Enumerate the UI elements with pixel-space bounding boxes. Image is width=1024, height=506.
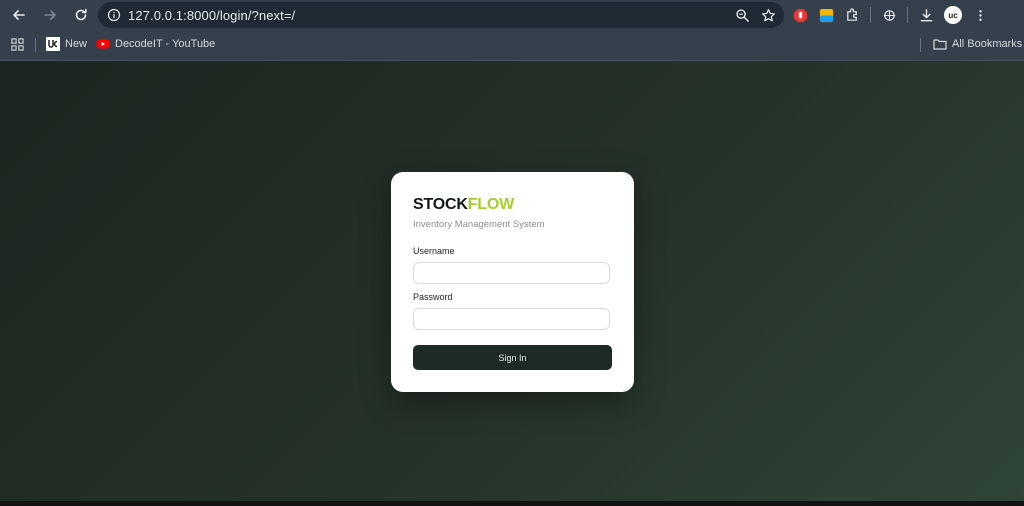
arrow-right-icon (44, 10, 56, 20)
bottom-edge (0, 501, 1024, 506)
bookmarks-bar: New DecodeIT - YouTube All Bookmarks (0, 30, 1024, 61)
bookmarks-divider (920, 38, 921, 52)
reload-icon (75, 8, 87, 21)
toolbar-divider (870, 7, 871, 23)
all-bookmarks-label: All Bookmarks (952, 38, 1023, 50)
colorful-extension-icon[interactable] (818, 7, 834, 23)
arrow-left-icon (13, 10, 25, 20)
password-label: Password (413, 292, 453, 302)
brand-logo: STOCKFLOW (413, 196, 514, 214)
username-label: Username (413, 246, 455, 256)
address-bar[interactable]: 127.0.0.1:8000/login/?next=/ (98, 2, 784, 28)
site-info-icon[interactable] (106, 7, 122, 23)
youtube-icon (96, 37, 110, 51)
adblock-extension-icon[interactable] (792, 7, 808, 23)
zoom-icon[interactable] (734, 7, 750, 23)
bookmark-star-icon[interactable] (760, 7, 776, 23)
uc-favicon-icon (46, 37, 60, 51)
username-input[interactable] (413, 262, 610, 284)
folder-icon (933, 37, 947, 51)
profile-avatar[interactable]: uc (944, 6, 962, 24)
reload-button[interactable] (67, 1, 95, 29)
labs-icon[interactable] (881, 7, 897, 23)
password-input[interactable] (413, 308, 610, 330)
url-text[interactable]: 127.0.0.1:8000/login/?next=/ (128, 8, 295, 23)
brand-subtitle: Inventory Management System (413, 219, 545, 230)
back-button[interactable] (5, 1, 33, 29)
bookmark-new[interactable]: New (46, 37, 87, 51)
login-card: STOCKFLOW Inventory Management System Us… (391, 172, 634, 392)
sign-in-button[interactable]: Sign In (413, 345, 612, 370)
page-viewport: STOCKFLOW Inventory Management System Us… (0, 61, 1024, 501)
browser-toolbar: 127.0.0.1:8000/login/?next=/ uc (0, 0, 1024, 30)
apps-grid-icon (10, 37, 24, 51)
toolbar-divider (907, 7, 908, 23)
forward-button[interactable] (36, 1, 64, 29)
apps-button[interactable] (10, 37, 24, 51)
menu-kebab-icon[interactable] (972, 7, 988, 23)
bookmark-label: New (65, 38, 88, 50)
download-icon[interactable] (918, 7, 934, 23)
brand-part-flow: FLOW (467, 196, 515, 213)
extensions-puzzle-icon[interactable] (844, 7, 860, 23)
all-bookmarks-button[interactable]: All Bookmarks (933, 37, 1022, 51)
bookmark-decodeit-youtube[interactable]: DecodeIT - YouTube (96, 37, 215, 51)
brand-part-stock: STOCK (413, 196, 468, 213)
bookmarks-divider (35, 38, 36, 52)
bookmark-label: DecodeIT - YouTube (115, 38, 216, 50)
